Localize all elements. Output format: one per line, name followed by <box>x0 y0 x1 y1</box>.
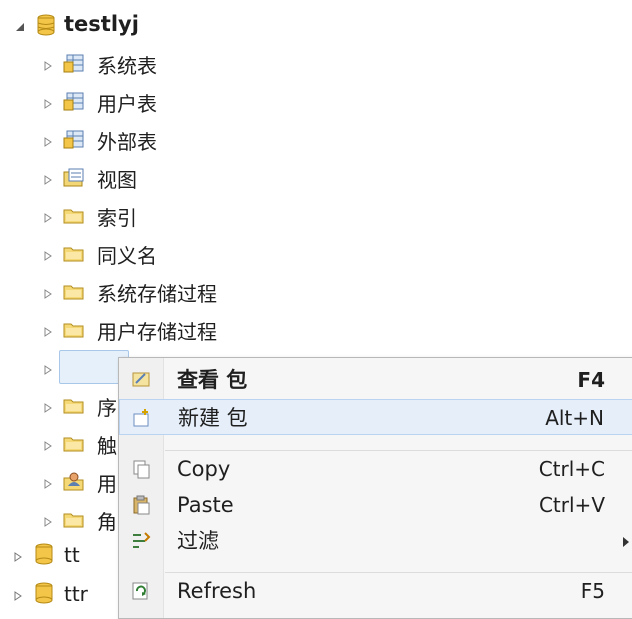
menu-item-view-package[interactable]: 查看 包 F4 <box>119 362 632 398</box>
tree-node-label[interactable]: 序 <box>97 396 117 420</box>
expand-arrow-icon[interactable] <box>42 212 54 224</box>
menu-item-paste[interactable]: Paste Ctrl+V <box>119 487 632 523</box>
view-icon <box>63 168 85 188</box>
folder-icon <box>63 434 85 454</box>
table-icon <box>63 54 85 74</box>
collapse-arrow-icon[interactable] <box>14 21 26 33</box>
expand-arrow-icon[interactable] <box>42 440 54 452</box>
folder-icon <box>63 206 85 226</box>
tree-node-label[interactable]: 视图 <box>97 168 137 192</box>
expand-arrow-icon[interactable] <box>42 326 54 338</box>
tree-node-tt[interactable]: tt <box>64 543 80 567</box>
expand-arrow-icon[interactable] <box>42 288 54 300</box>
tree-node-label[interactable]: 用户表 <box>97 92 157 116</box>
tree-node-label[interactable]: 外部表 <box>97 130 157 154</box>
table-icon <box>63 92 85 112</box>
copy-icon <box>131 459 151 479</box>
submenu-arrow-icon <box>623 537 629 547</box>
tree-node-label[interactable]: 同义名 <box>97 244 157 268</box>
tree-node-label[interactable]: 角 <box>97 510 117 534</box>
expand-arrow-icon[interactable] <box>42 516 54 528</box>
expand-arrow-icon[interactable] <box>42 98 54 110</box>
tree-root-testlyj[interactable]: testlyj <box>64 12 139 36</box>
database-icon <box>34 582 56 604</box>
refresh-icon <box>131 581 151 601</box>
folder-icon <box>63 282 85 302</box>
expand-arrow-icon[interactable] <box>42 478 54 490</box>
tree-node-ttr[interactable]: ttr <box>64 582 88 606</box>
filter-icon <box>131 531 151 551</box>
expand-arrow-icon[interactable] <box>42 402 54 414</box>
tree-node-label[interactable]: 索引 <box>97 206 137 230</box>
folder-icon <box>63 396 85 416</box>
tree-node-label[interactable]: 用 <box>97 472 117 496</box>
folder-icon <box>63 244 85 264</box>
expand-arrow-icon[interactable] <box>42 136 54 148</box>
menu-item-new-package[interactable]: 新建 包 Alt+N <box>119 399 632 435</box>
view-package-icon <box>131 370 151 390</box>
user-icon <box>63 472 85 492</box>
tree-node-label[interactable]: 触 <box>97 434 117 458</box>
database-icon <box>34 543 56 565</box>
menu-item-refresh[interactable]: Refresh F5 <box>119 573 632 609</box>
expand-arrow-icon[interactable] <box>42 364 54 376</box>
new-package-icon <box>132 408 152 428</box>
tree-node-label[interactable]: 系统表 <box>97 54 157 78</box>
table-icon <box>63 130 85 150</box>
folder-icon <box>63 510 85 530</box>
menu-item-filter[interactable]: 过滤 <box>119 523 632 559</box>
expand-arrow-icon[interactable] <box>12 590 24 602</box>
expand-arrow-icon[interactable] <box>42 60 54 72</box>
tree-node-label[interactable]: 用户存储过程 <box>97 320 217 344</box>
context-menu: 查看 包 F4 新建 包 Alt+N Copy Ctrl+C Paste Ctr… <box>118 357 632 619</box>
database-icon <box>36 14 58 36</box>
paste-icon <box>131 495 151 515</box>
expand-arrow-icon[interactable] <box>42 174 54 186</box>
tree-node-label[interactable]: 系统存储过程 <box>97 282 217 306</box>
folder-icon <box>63 320 85 340</box>
expand-arrow-icon[interactable] <box>42 250 54 262</box>
menu-item-copy[interactable]: Copy Ctrl+C <box>119 451 632 487</box>
expand-arrow-icon[interactable] <box>12 551 24 563</box>
